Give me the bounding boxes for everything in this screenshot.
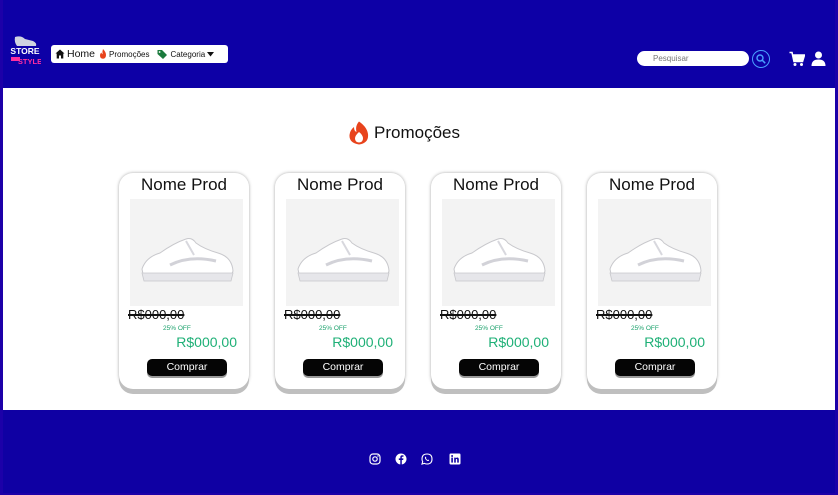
whatsapp-link[interactable] [421,452,433,465]
product-price: R$000,00 [332,334,393,350]
logo-text-top: STORE [10,46,39,56]
search-input[interactable] [637,51,749,66]
whatsapp-icon [421,453,433,465]
product-name: Nome Prod [453,175,539,194]
cart-button[interactable] [789,51,806,67]
tag-icon [157,50,168,59]
header: STORE STYLE Home Promoções Categoria [3,0,835,88]
product-card: Nome Prod R$000,00 25% OFF R$000,00 Comp… [431,173,561,389]
caret-down-icon [207,51,215,56]
buy-button[interactable]: Comprar [303,359,383,376]
home-icon [55,49,65,59]
search-button[interactable] [752,50,770,68]
facebook-link[interactable] [395,452,407,465]
product-card: Nome Prod R$000,00 25% OFF R$000,00 Comp… [587,173,717,389]
product-card: Nome Prod R$000,00 25% OFF R$000,00 Comp… [119,173,249,389]
product-image[interactable] [598,199,711,306]
instagram-link[interactable] [369,452,381,465]
cart-icon [789,51,806,66]
nav-categoria[interactable]: Categoria [157,49,215,59]
discount-badge: 25% OFF [163,325,191,332]
section-title: Promoções [348,121,460,145]
old-price: R$000,00 [440,307,497,322]
product-image[interactable] [442,199,555,306]
main-content: Promoções Nome Prod R$000,00 25% OFF R$0… [3,88,835,410]
store-logo[interactable]: STORE STYLE [9,35,42,67]
nav-categoria-label: Categoria [170,49,206,59]
old-price: R$000,00 [284,307,341,322]
nav-home[interactable]: Home [55,48,95,60]
buy-button[interactable]: Comprar [459,359,539,376]
user-button[interactable] [811,51,826,66]
facebook-icon [395,453,407,465]
buy-button[interactable]: Comprar [615,359,695,376]
linkedin-link[interactable] [449,452,461,465]
product-price: R$000,00 [644,334,705,350]
discount-badge: 25% OFF [319,325,347,332]
footer [3,410,835,493]
discount-badge: 25% OFF [631,325,659,332]
product-name: Nome Prod [609,175,695,194]
buy-button[interactable]: Comprar [147,359,227,376]
product-price: R$000,00 [176,334,237,350]
product-image[interactable] [286,199,399,306]
search-icon [756,54,766,64]
user-icon [811,51,826,66]
nav-promocoes-label: Promoções [109,49,150,59]
logo-text-bottom: STYLE [18,57,41,66]
product-price: R$000,00 [488,334,549,350]
fire-icon [349,121,369,145]
nav-promocoes[interactable]: Promoções [99,49,149,59]
product-name: Nome Prod [297,175,383,194]
product-name: Nome Prod [141,175,227,194]
nav-bar: Home Promoções Categoria [51,45,228,63]
discount-badge: 25% OFF [475,325,503,332]
product-card: Nome Prod R$000,00 25% OFF R$000,00 Comp… [275,173,405,389]
product-image[interactable] [130,199,243,306]
linkedin-icon [449,453,461,465]
section-title-text: Promoções [374,123,460,142]
fire-icon [100,49,107,59]
old-price: R$000,00 [596,307,653,322]
nav-home-label: Home [67,48,96,60]
instagram-icon [369,453,381,465]
old-price: R$000,00 [128,307,185,322]
page-frame: STORE STYLE Home Promoções Categoria Pes… [3,0,835,493]
